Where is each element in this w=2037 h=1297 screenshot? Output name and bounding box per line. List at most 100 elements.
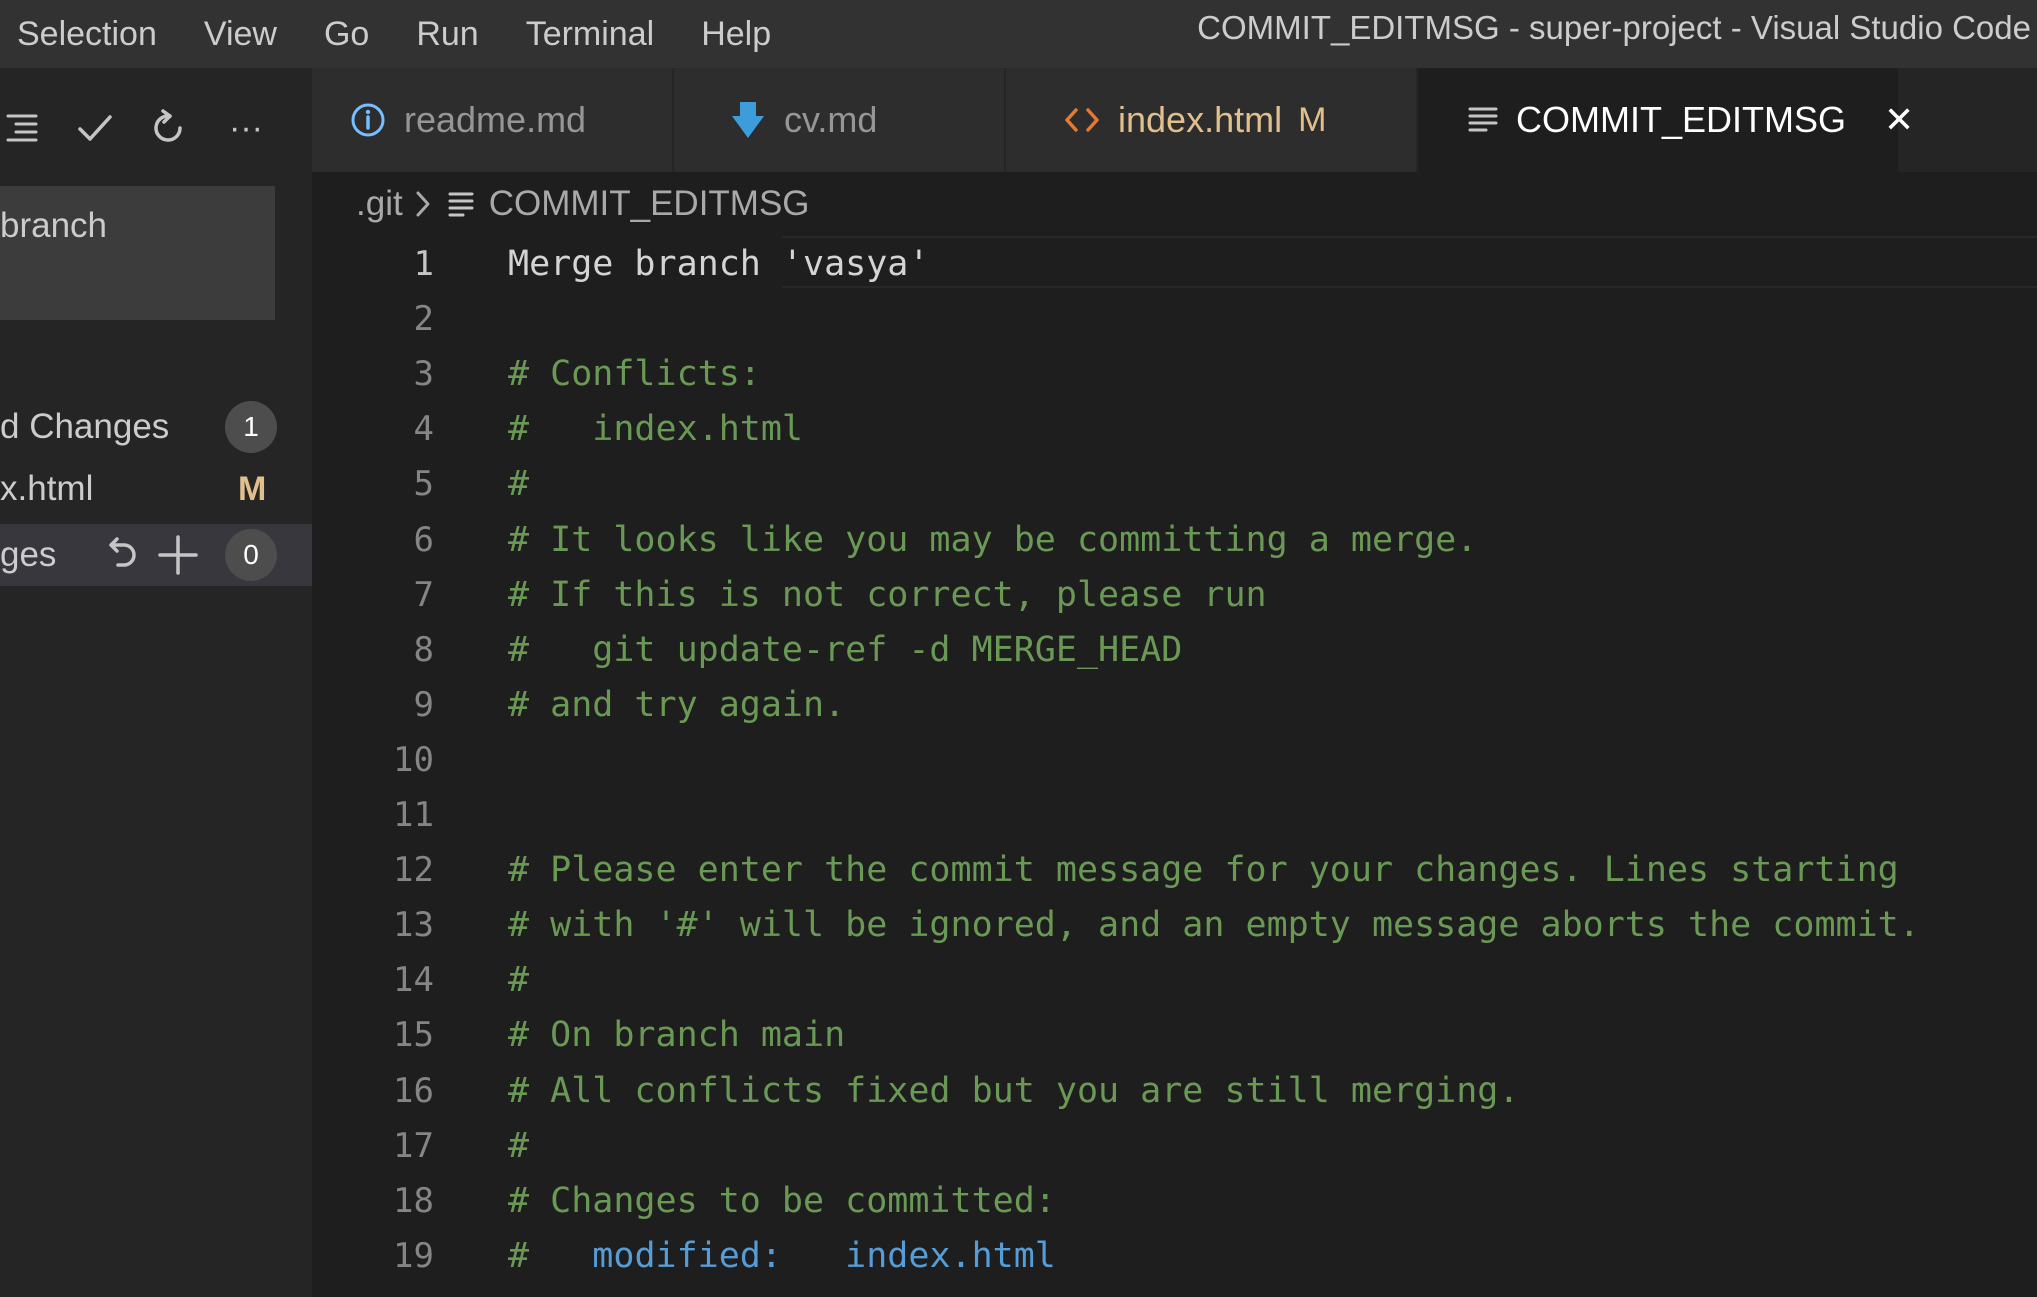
code-line[interactable]: 5 # [312, 457, 2037, 512]
editor-tab-bar: readme.md cv.md index.html M COMMIT_EDIT… [312, 68, 2037, 172]
staged-file-name: x.html [0, 469, 94, 508]
code-token: Merge branch 'vasya' [508, 244, 930, 284]
refresh-icon[interactable] [140, 88, 196, 168]
line-text: # [508, 1119, 529, 1174]
line-number: 3 [413, 354, 434, 394]
line-text: # Please enter the commit message for yo… [508, 843, 1899, 898]
code-line[interactable]: 10 [312, 733, 2037, 788]
line-text: # On branch main [508, 1008, 845, 1063]
line-number: 6 [413, 520, 434, 560]
commit-check-icon[interactable] [67, 88, 123, 168]
code-token: # [508, 464, 530, 504]
line-text: # with '#' will be ignored, and an empty… [508, 898, 1920, 953]
code-line[interactable]: 2 [312, 292, 2037, 347]
code-line[interactable]: 8 # git update-ref -d MERGE_HEAD [312, 623, 2037, 678]
line-number: 19 [393, 1236, 434, 1276]
code-line[interactable]: 1 Merge branch 'vasya' [312, 237, 2037, 292]
line-number: 9 [413, 685, 434, 725]
menu-help[interactable]: Help [701, 0, 771, 68]
staged-changes-header[interactable]: d Changes 1 [0, 396, 312, 458]
line-text: # and try again. [508, 678, 845, 733]
tab-label: readme.md [404, 99, 587, 140]
tab-commit-editmsg[interactable]: COMMIT_EDITMSG ✕ [1418, 68, 1914, 172]
line-number: 7 [413, 575, 434, 615]
line-text: # git update-ref -d MERGE_HEAD [508, 623, 1182, 678]
code-token: # [508, 1236, 593, 1276]
code-token: # Please enter the commit message for yo… [508, 850, 1899, 890]
code-token: # with '#' will be ignored, and an empty… [508, 905, 1920, 945]
code-line[interactable]: 4 # index.html [312, 402, 2037, 457]
line-number: 14 [393, 960, 434, 1000]
line-text: # All conflicts fixed but you are still … [508, 1064, 1519, 1119]
code-token: # It looks like you may be committing a … [508, 520, 1478, 560]
line-number: 11 [393, 795, 434, 835]
modified-status-badge: M [1298, 100, 1327, 139]
more-actions-icon[interactable]: ··· [218, 88, 274, 168]
line-number: 10 [393, 740, 434, 780]
code-line[interactable]: 12 # Please enter the commit message for … [312, 843, 2037, 898]
code-line[interactable]: 18 # Changes to be committed: [312, 1174, 2037, 1229]
tab-label: cv.md [784, 99, 878, 140]
line-number: 17 [393, 1126, 434, 1166]
line-text: # [508, 457, 529, 512]
code-line[interactable]: 15 # On branch main [312, 1008, 2037, 1063]
code-line[interactable]: 19 # modified: index.html [312, 1229, 2037, 1284]
code-token: # Changes to be committed: [508, 1181, 1056, 1221]
staged-changes-label: d Changes [0, 407, 170, 446]
line-text: # It looks like you may be committing a … [508, 513, 1477, 568]
code-line[interactable]: 14 # [312, 953, 2037, 1008]
code-token: # [508, 960, 530, 1000]
tab-index-html[interactable]: index.html M [1006, 68, 1416, 172]
code-line[interactable]: 16 # All conflicts fixed but you are stil… [312, 1064, 2037, 1119]
file-status-badge: M [238, 469, 267, 508]
code-token: modified: index.html [592, 1236, 1056, 1276]
breadcrumb-file[interactable]: COMMIT_EDITMSG [489, 184, 810, 224]
menu-selection[interactable]: Selection [17, 0, 157, 68]
line-number: 2 [413, 299, 434, 339]
code-token: # and try again. [508, 685, 846, 725]
changes-header[interactable]: ges 0 [0, 524, 312, 586]
code-line[interactable]: 6 # It looks like you may be committing a… [312, 513, 2037, 568]
tab-readme[interactable]: readme.md [312, 68, 672, 172]
line-text: # If this is not correct, please run [508, 568, 1267, 623]
code-line[interactable]: 13 # with '#' will be ignored, and an emp… [312, 898, 2037, 953]
code-line[interactable]: 3 # Conflicts: [312, 347, 2037, 402]
code-line[interactable]: 7 # If this is not correct, please run [312, 568, 2037, 623]
line-text: # modified: index.html [508, 1229, 1056, 1284]
view-as-tree-icon[interactable] [0, 88, 50, 168]
staged-count-badge: 1 [225, 401, 277, 453]
stage-all-icon[interactable] [156, 533, 200, 577]
changes-label: ges [0, 535, 57, 574]
code-editor[interactable]: 1 Merge branch 'vasya' 2 3 # Conflicts: 4 # in… [312, 232, 2037, 1297]
breadcrumb: .git COMMIT_EDITMSG [356, 176, 810, 232]
code-token: # If this is not correct, please run [508, 575, 1267, 615]
menu-view[interactable]: View [204, 0, 277, 68]
line-number: 16 [393, 1071, 434, 1111]
breadcrumb-folder[interactable]: .git [356, 184, 403, 224]
menu-terminal[interactable]: Terminal [526, 0, 654, 68]
lines-icon [447, 189, 475, 219]
tab-label: COMMIT_EDITMSG [1516, 99, 1846, 140]
line-text: # [508, 953, 529, 1008]
code-line[interactable]: 17 # [312, 1119, 2037, 1174]
line-number: 18 [393, 1181, 434, 1221]
code-line[interactable]: 9 # and try again. [312, 678, 2037, 733]
staged-file-row[interactable]: x.html M [0, 458, 312, 520]
scm-toolbar: ··· [0, 88, 312, 168]
markdown-down-arrow-icon [728, 100, 768, 140]
line-number: 5 [413, 464, 434, 504]
commit-message-input[interactable]: branch [0, 186, 275, 320]
changes-count-badge: 0 [225, 529, 277, 581]
menu-run[interactable]: Run [416, 0, 478, 68]
code-token: # index.html [508, 409, 804, 449]
code-line[interactable]: 11 [312, 788, 2037, 843]
line-text: # index.html [508, 402, 803, 457]
lines-icon [1466, 100, 1500, 140]
tab-cv[interactable]: cv.md [674, 68, 1004, 172]
line-text: Merge branch 'vasya' [508, 237, 929, 292]
source-control-sidebar: ··· branch d Changes 1 x.html M ges 0 [0, 68, 312, 1297]
line-number: 15 [393, 1015, 434, 1055]
menu-go[interactable]: Go [324, 0, 369, 68]
close-icon[interactable]: ✕ [1884, 99, 1914, 141]
discard-icon[interactable] [100, 533, 144, 577]
